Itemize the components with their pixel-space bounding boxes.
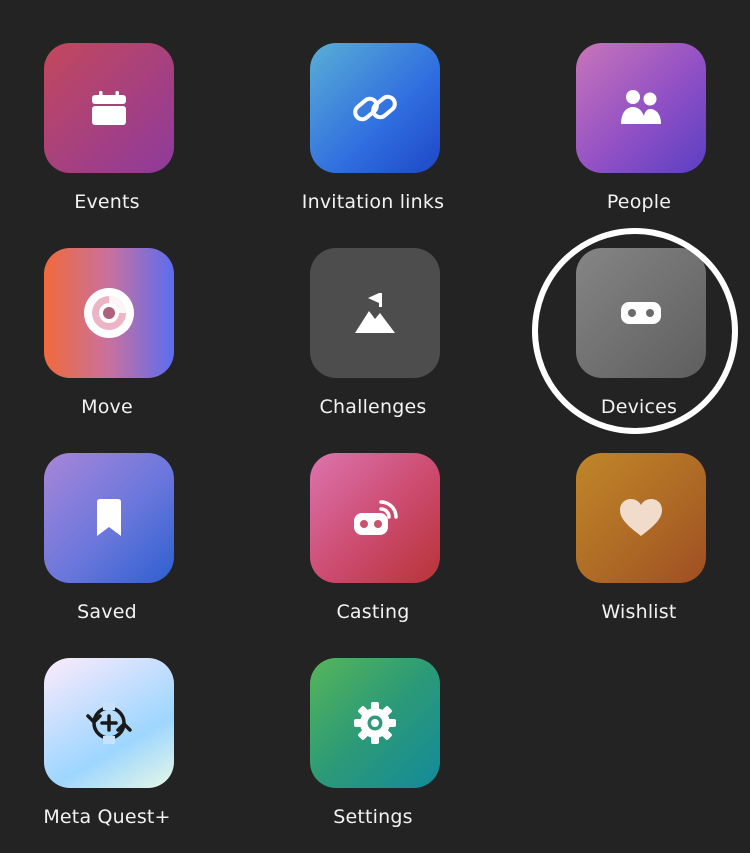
meta-quest-plus-label: Meta Quest+ xyxy=(43,806,171,828)
menu-item-meta-quest-plus[interactable]: Meta Quest+ xyxy=(22,658,192,853)
bookmark-icon xyxy=(94,498,124,538)
menu-item-challenges[interactable]: Challenges xyxy=(288,248,458,443)
calendar-icon xyxy=(90,89,128,127)
events-tile[interactable] xyxy=(44,43,174,173)
menu-item-settings[interactable]: Settings xyxy=(288,658,458,853)
menu-item-invitation-links[interactable]: Invitation links xyxy=(288,43,458,238)
events-label: Events xyxy=(74,191,140,213)
people-label: People xyxy=(606,191,672,213)
cast-headset-icon xyxy=(351,497,399,539)
menu-item-move[interactable]: Move xyxy=(22,248,192,443)
wishlist-tile[interactable] xyxy=(576,453,706,583)
people-icon xyxy=(619,88,663,128)
link-icon xyxy=(351,84,399,132)
invitation-links-tile[interactable] xyxy=(310,43,440,173)
gear-icon xyxy=(353,701,397,745)
move-tile[interactable] xyxy=(44,248,174,378)
challenges-tile[interactable] xyxy=(310,248,440,378)
casting-tile[interactable] xyxy=(310,453,440,583)
heart-icon xyxy=(618,498,664,538)
meta-quest-plus-tile[interactable] xyxy=(44,658,174,788)
saved-label: Saved xyxy=(77,601,137,623)
menu-item-saved[interactable]: Saved xyxy=(22,453,192,648)
settings-tile[interactable] xyxy=(310,658,440,788)
quest-plus-icon xyxy=(83,697,135,749)
menu-item-wishlist[interactable]: Wishlist xyxy=(554,453,724,648)
devices-tile[interactable] xyxy=(576,248,706,378)
headset-icon xyxy=(619,299,663,327)
move-ring-icon xyxy=(81,285,137,341)
settings-label: Settings xyxy=(333,806,413,828)
menu-item-casting[interactable]: Casting xyxy=(288,453,458,648)
saved-tile[interactable] xyxy=(44,453,174,583)
move-label: Move xyxy=(81,396,133,418)
menu-item-events[interactable]: Events xyxy=(22,43,192,238)
devices-label: Devices xyxy=(600,396,678,418)
mountain-flag-icon xyxy=(351,289,399,337)
people-tile[interactable] xyxy=(576,43,706,173)
wishlist-label: Wishlist xyxy=(601,601,677,623)
invitation-links-label: Invitation links xyxy=(301,191,445,213)
challenges-label: Challenges xyxy=(319,396,427,418)
menu-item-devices[interactable]: Devices xyxy=(554,248,724,443)
menu-item-people[interactable]: People xyxy=(554,43,724,238)
casting-label: Casting xyxy=(336,601,410,623)
